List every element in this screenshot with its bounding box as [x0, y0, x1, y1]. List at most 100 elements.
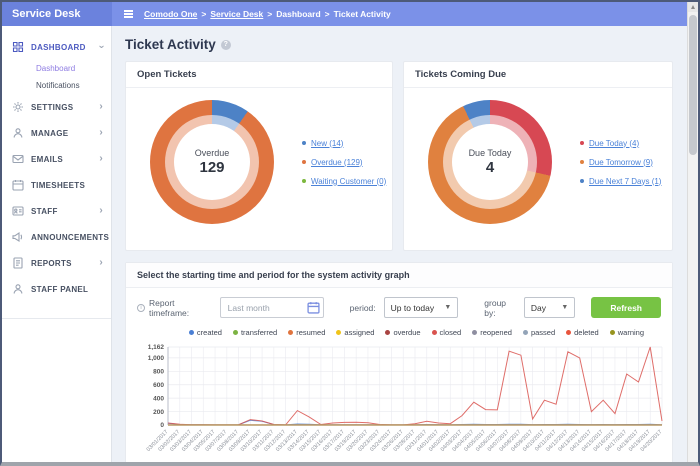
- sidebar-nav: DASHBOARD › Dashboard Notifications SETTINGS…: [2, 34, 111, 319]
- legend-dot-icon: [566, 330, 572, 335]
- main-content: Ticket Activity ? Open Tickets Overdue 1…: [112, 26, 687, 462]
- page-info-icon[interactable]: ?: [220, 39, 231, 50]
- breadcrumb-item: Ticket Activity: [333, 9, 391, 19]
- hamburger-menu-icon[interactable]: [124, 9, 133, 20]
- chart-legend-item: deleted: [566, 328, 599, 337]
- svg-text:200: 200: [153, 409, 164, 416]
- svg-text:1,162: 1,162: [148, 344, 165, 351]
- pie-legend-link[interactable]: Overdue (129): [302, 158, 386, 167]
- megaphone-icon: [12, 231, 24, 243]
- legend-bullet-icon: [302, 141, 306, 145]
- chevron-right-icon: ›: [99, 127, 103, 138]
- user-icon: [12, 283, 24, 295]
- pie-legend-link[interactable]: Due Today (4): [580, 139, 661, 148]
- chevron-down-icon: ▼: [444, 304, 452, 311]
- line-chart-legend: created transferred resumed assigned overdue…: [126, 326, 672, 338]
- sidebar-item-label: SETTINGS: [31, 102, 74, 112]
- sidebar-item-timesheets[interactable]: TIMESHEETS: [2, 172, 111, 198]
- pie-legend-link[interactable]: Due Tomorrow (9): [580, 158, 661, 167]
- chevron-down-icon: ›: [96, 45, 108, 49]
- scrollbar-up-button[interactable]: [688, 2, 698, 12]
- chart-legend-item: warning: [609, 328, 644, 337]
- period-select[interactable]: Up to today ▼: [383, 297, 459, 318]
- sidebar-item-label: STAFF: [31, 206, 58, 216]
- user-icon: [12, 127, 24, 139]
- sidebar-item-label: ANNOUNCEMENTS: [31, 232, 110, 242]
- breadcrumb-item[interactable]: Comodo One: [144, 9, 197, 19]
- sidebar: DASHBOARD › Dashboard Notifications SETTINGS…: [2, 26, 112, 462]
- svg-text:600: 600: [153, 382, 164, 389]
- sidebar-item-announcements[interactable]: ANNOUNCEMENTS: [2, 224, 111, 250]
- legend-dot-icon: [385, 330, 391, 335]
- breadcrumb-separator: >: [324, 9, 330, 19]
- breadcrumb-separator: >: [267, 9, 273, 19]
- chart-legend-item: resumed: [288, 328, 325, 337]
- titlebar: Service Desk Comodo One > Service Desk > Das…: [2, 2, 687, 26]
- sidebar-subitem-dashboard[interactable]: Dashboard: [2, 60, 111, 77]
- period-label: period:: [349, 302, 376, 313]
- donut-center-value: 4: [485, 159, 495, 176]
- chart-legend-item: created: [188, 328, 222, 337]
- sidebar-item-manage[interactable]: MANAGE ›: [2, 120, 111, 146]
- sidebar-item-label: EMAILS: [31, 154, 64, 164]
- legend-bullet-icon: [580, 179, 584, 183]
- breadcrumb-item[interactable]: Service Desk: [210, 9, 263, 19]
- pie-legend-link[interactable]: New (14): [302, 139, 386, 148]
- groupby-select[interactable]: Day ▼: [523, 297, 576, 318]
- legend-dot-icon: [188, 330, 194, 335]
- report-icon: [12, 257, 24, 269]
- report-timeframe-label: Report timeframe:: [149, 297, 190, 318]
- chart-legend-item: passed: [522, 328, 555, 337]
- activity-panel-title: Select the starting time and period for …: [126, 263, 672, 288]
- legend-bullet-icon: [302, 160, 306, 164]
- open-tickets-title: Open Tickets: [126, 62, 392, 88]
- report-timeframe-help-icon[interactable]: i: [137, 303, 145, 312]
- svg-text:1,000: 1,000: [148, 355, 165, 362]
- svg-text:0: 0: [160, 422, 164, 429]
- scrollbar-thumb[interactable]: [689, 15, 697, 155]
- grid-icon: [12, 41, 24, 53]
- legend-dot-icon: [288, 330, 294, 335]
- legend-dot-icon: [472, 330, 478, 335]
- chart-legend-item: transferred: [232, 328, 277, 337]
- app-brand: Service Desk: [2, 2, 112, 26]
- breadcrumb-item: Dashboard: [276, 9, 321, 19]
- legend-dot-icon: [609, 330, 615, 335]
- sidebar-item-reports[interactable]: REPORTS ›: [2, 250, 111, 276]
- refresh-button[interactable]: Refresh: [591, 297, 661, 318]
- groupby-label: group by:: [484, 297, 507, 318]
- sidebar-item-staff-panel[interactable]: STAFF PANEL: [2, 276, 111, 302]
- activity-line-chart: 0 200 400 600 800 1,000 1,162 03/01/2017 03/02/2…: [126, 338, 672, 462]
- gear-icon: [12, 101, 24, 113]
- svg-text:800: 800: [153, 368, 164, 375]
- calendar-icon[interactable]: [307, 301, 320, 314]
- page-title: Ticket Activity: [125, 37, 216, 52]
- svg-text:400: 400: [153, 395, 164, 402]
- chart-legend-item: assigned: [336, 328, 374, 337]
- chevron-right-icon: ›: [99, 101, 103, 112]
- tickets-coming-due-card: Tickets Coming Due Due Today 4 Due Today…: [403, 61, 673, 251]
- coming-due-donut-chart: Due Today 4: [428, 100, 552, 224]
- sidebar-item-label: TIMESHEETS: [31, 180, 86, 190]
- scrollbar: [687, 2, 698, 462]
- coming-due-legend: Due Today (4) Due Tomorrow (9) Due Next 7 …: [580, 139, 661, 186]
- tickets-coming-due-title: Tickets Coming Due: [404, 62, 672, 88]
- legend-dot-icon: [336, 330, 342, 335]
- pie-legend-link[interactable]: Due Next 7 Days (1): [580, 177, 661, 186]
- chart-legend-item: reopened: [472, 328, 512, 337]
- sidebar-item-emails[interactable]: EMAILS ›: [2, 146, 111, 172]
- sidebar-item-settings[interactable]: SETTINGS ›: [2, 94, 111, 120]
- sidebar-subitem-notifications[interactable]: Notifications: [2, 77, 111, 94]
- chevron-right-icon: ›: [99, 153, 103, 164]
- activity-graph-panel: Select the starting time and period for …: [125, 262, 673, 462]
- chevron-right-icon: ›: [99, 257, 103, 268]
- breadcrumb-separator: >: [201, 9, 207, 19]
- sidebar-item-staff[interactable]: STAFF ›: [2, 198, 111, 224]
- pie-legend-link[interactable]: Waiting Customer (0): [302, 177, 386, 186]
- open-tickets-card: Open Tickets Overdue 129 New (14) Overdue…: [125, 61, 393, 251]
- legend-bullet-icon: [580, 141, 584, 145]
- sidebar-item-dashboard[interactable]: DASHBOARD ›: [2, 34, 111, 60]
- chevron-right-icon: ›: [99, 205, 103, 216]
- breadcrumb-bar: Comodo One > Service Desk > Dashboard > Ticket…: [112, 2, 687, 26]
- envelope-icon: [12, 153, 24, 165]
